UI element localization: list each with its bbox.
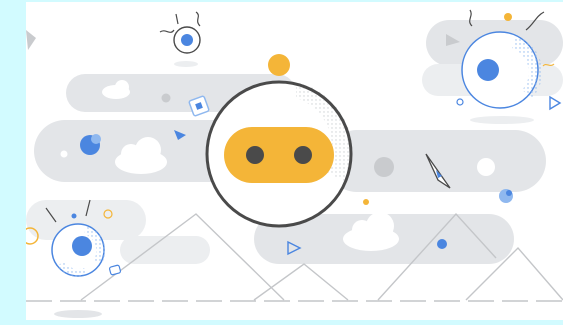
cloud-band-bottom-left-2: [120, 236, 210, 264]
illustration-canvas: [21, 2, 563, 320]
robot-eye-right: [294, 146, 312, 164]
planet-shadow: [470, 116, 534, 124]
satellite-icon: [159, 11, 201, 54]
sun-icon: [268, 54, 290, 76]
robot-eye-left: [246, 146, 264, 164]
planet-icon: [499, 189, 513, 203]
ground-shadow: [54, 310, 102, 318]
robot-face: [224, 127, 334, 183]
illustration-frame: [0, 0, 563, 320]
robot-face-icon: [205, 80, 353, 228]
satellite-shadow: [174, 61, 198, 67]
illustration-scene: [21, 9, 563, 318]
cloud-band-right: [326, 130, 546, 192]
